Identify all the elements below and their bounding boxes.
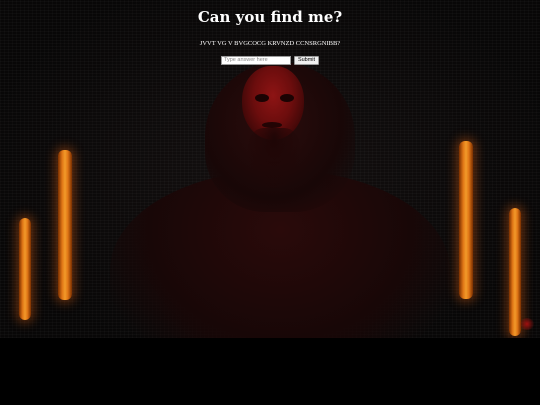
red-glint (520, 318, 534, 330)
right-eye-shadow (280, 94, 294, 102)
beard-shadow (248, 128, 300, 188)
answer-input[interactable] (220, 56, 291, 65)
orange-light-right-far (509, 208, 521, 336)
puzzle-overlay: Can you find me? JVVT VG V BVGCOCG KRVNZ… (0, 0, 540, 65)
orange-light-left-far (19, 218, 31, 320)
submit-button[interactable]: Submit (293, 56, 320, 65)
answer-form: Submit (0, 56, 540, 65)
cipher-text: JVVT VG V BVGCOCG KRVNZD CCNSRGNIBB? (199, 40, 341, 47)
left-eye-shadow (255, 94, 269, 102)
page-title: Can you find me? (197, 8, 343, 26)
bottom-black-band (0, 338, 540, 405)
orange-light-left-near (58, 150, 72, 300)
orange-light-right-near (459, 141, 473, 299)
